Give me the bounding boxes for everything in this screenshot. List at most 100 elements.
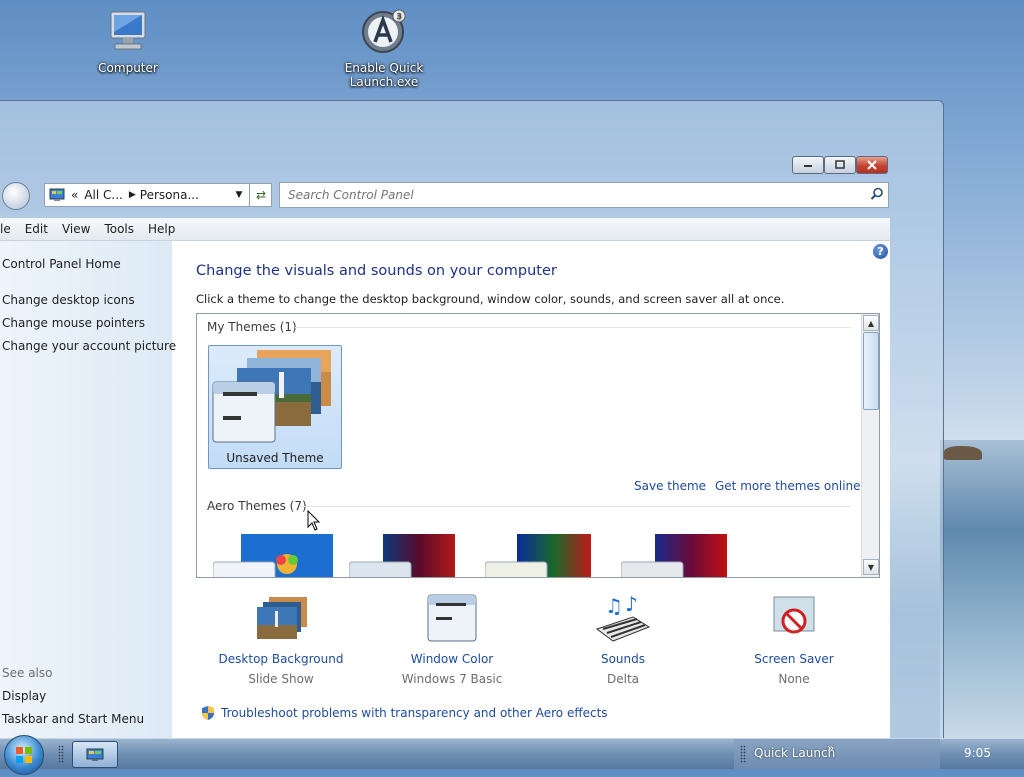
sounds-icon: ♫ ♪ bbox=[595, 592, 651, 642]
theme-aero-windows7[interactable] bbox=[212, 532, 333, 577]
address-segment-all-control-panel[interactable]: All C... bbox=[84, 188, 123, 202]
sidebar: Control Panel Home Change desktop icons … bbox=[0, 241, 176, 738]
theme-aero-landscapes[interactable] bbox=[620, 532, 727, 577]
chevron-down-icon[interactable]: ▼ bbox=[231, 184, 247, 206]
maximize-button[interactable] bbox=[824, 156, 856, 174]
chevron-icon[interactable]: » bbox=[827, 741, 834, 755]
search-input[interactable] bbox=[280, 183, 860, 207]
window-color-title[interactable]: Window Color bbox=[367, 652, 537, 666]
taskbar-grip[interactable] bbox=[740, 745, 746, 763]
sidebar-link-change-account-picture[interactable]: Change your account picture bbox=[2, 339, 176, 353]
themes-scrollbar[interactable]: ▲ ▼ bbox=[861, 314, 879, 577]
get-more-themes-link[interactable]: Get more themes online bbox=[715, 479, 861, 493]
sidebar-link-change-desktop-icons[interactable]: Change desktop icons bbox=[2, 293, 135, 307]
window-color-setting[interactable]: Window Color Windows 7 Basic bbox=[367, 593, 537, 686]
scroll-down-arrow-icon[interactable]: ▼ bbox=[863, 559, 879, 575]
desktop-icon-computer[interactable]: Computer bbox=[92, 8, 164, 75]
desktop-background-value: Slide Show bbox=[248, 672, 314, 686]
quick-launch-toolbar[interactable]: Quick Launch » bbox=[734, 739, 940, 769]
desktop-icon-enable-quick-launch-label: Enable Quick Launch.exe bbox=[344, 61, 424, 89]
troubleshoot-link-text[interactable]: Troubleshoot problems with transparency … bbox=[221, 706, 608, 720]
close-icon bbox=[867, 160, 877, 170]
start-button[interactable] bbox=[4, 735, 44, 775]
sounds-title[interactable]: Sounds bbox=[538, 652, 708, 666]
menu-tools[interactable]: Tools bbox=[104, 222, 134, 236]
desktop-background-icon bbox=[257, 597, 307, 639]
svg-text:3: 3 bbox=[396, 12, 401, 21]
menu-help[interactable]: Help bbox=[148, 222, 175, 236]
save-theme-link[interactable]: Save theme bbox=[634, 479, 706, 493]
my-themes-header: My Themes (1) bbox=[207, 320, 297, 334]
window-color-value: Windows 7 Basic bbox=[401, 672, 503, 686]
autoit-icon: 3 bbox=[312, 8, 456, 57]
content-area: Control Panel Home Change desktop icons … bbox=[0, 241, 890, 738]
troubleshoot-link[interactable]: Troubleshoot problems with transparency … bbox=[200, 705, 608, 721]
sidebar-link-taskbar-start-menu[interactable]: Taskbar and Start Menu bbox=[2, 712, 144, 726]
sidebar-link-display[interactable]: Display bbox=[2, 689, 46, 703]
sidebar-link-change-mouse-pointers[interactable]: Change mouse pointers bbox=[2, 316, 145, 330]
window-color-icon bbox=[427, 594, 477, 642]
menu-bar: le Edit View Tools Help bbox=[0, 218, 890, 241]
menu-edit[interactable]: Edit bbox=[25, 222, 48, 236]
screen-saver-title[interactable]: Screen Saver bbox=[709, 652, 879, 666]
back-button[interactable] bbox=[2, 182, 30, 210]
page-title: Change the visuals and sounds on your co… bbox=[196, 263, 557, 279]
taskbar-grip[interactable] bbox=[58, 745, 64, 763]
screen-saver-value: None bbox=[778, 672, 810, 686]
minimize-button[interactable] bbox=[792, 156, 824, 174]
desktop-background-title[interactable]: Desktop Background bbox=[196, 652, 366, 666]
svg-text:♪: ♪ bbox=[625, 593, 638, 616]
scroll-up-arrow-icon[interactable]: ▲ bbox=[863, 315, 879, 331]
desktop-icon-enable-quick-launch[interactable]: 3 Enable Quick Launch.exe bbox=[312, 8, 456, 89]
see-also-heading: See also bbox=[2, 666, 53, 680]
maximize-icon bbox=[835, 160, 845, 169]
taskbar: Quick Launch » 9:05 bbox=[0, 735, 1024, 775]
svg-text:♫: ♫ bbox=[605, 594, 623, 618]
refresh-icon[interactable]: ⇄ bbox=[249, 184, 272, 206]
desktop-wallpaper-sea bbox=[940, 440, 1024, 740]
control-panel-icon bbox=[86, 748, 104, 761]
navigation-bar: « All C... ▶ Persona... ▼ ⇄ bbox=[0, 178, 890, 214]
address-segment-personalization[interactable]: Persona... bbox=[140, 188, 199, 202]
scroll-thumb[interactable] bbox=[863, 332, 879, 410]
address-bar[interactable]: « All C... ▶ Persona... ▼ ⇄ bbox=[44, 183, 272, 207]
theme-preview-image bbox=[212, 534, 333, 577]
menu-file[interactable]: le bbox=[0, 222, 11, 236]
window-controls bbox=[792, 156, 888, 174]
theme-aero-characters[interactable] bbox=[484, 532, 591, 577]
help-icon[interactable]: ? bbox=[873, 244, 888, 259]
page-description: Click a theme to change the desktop back… bbox=[196, 292, 785, 306]
theme-preview-image bbox=[620, 534, 727, 577]
close-button[interactable] bbox=[856, 156, 888, 174]
sounds-setting[interactable]: ♫ ♪ Sounds Delta bbox=[538, 592, 708, 686]
menu-view[interactable]: View bbox=[62, 222, 90, 236]
theme-preview-image bbox=[212, 350, 331, 443]
sidebar-link-control-panel-home[interactable]: Control Panel Home bbox=[2, 257, 121, 271]
aero-themes-header: Aero Themes (7) bbox=[207, 499, 307, 513]
windows-logo-icon bbox=[16, 747, 32, 763]
desktop-background-setting[interactable]: Desktop Background Slide Show bbox=[196, 593, 366, 686]
control-panel-icon bbox=[49, 188, 65, 201]
sounds-value: Delta bbox=[606, 672, 639, 686]
desktop-icon-computer-label: Computer bbox=[98, 61, 158, 75]
theme-preview-image bbox=[484, 534, 591, 577]
search-box[interactable] bbox=[279, 182, 889, 208]
theme-preview-image bbox=[348, 534, 455, 577]
search-icon[interactable] bbox=[870, 187, 884, 201]
system-clock[interactable]: 9:05 bbox=[964, 746, 991, 760]
theme-unsaved[interactable]: Unsaved Theme bbox=[208, 345, 342, 469]
screen-saver-setting[interactable]: Screen Saver None bbox=[709, 593, 879, 686]
desktop-wallpaper-rock bbox=[944, 446, 982, 460]
shield-icon bbox=[202, 706, 214, 720]
computer-icon bbox=[92, 8, 164, 57]
theme-aero-architecture[interactable] bbox=[348, 532, 455, 577]
themes-list: My Themes (1) Unsaved Theme Save theme G… bbox=[196, 313, 880, 578]
chevron-right-icon: ▶ bbox=[128, 190, 136, 200]
screen-saver-icon bbox=[773, 596, 815, 634]
group-divider bbox=[299, 506, 851, 507]
minimize-icon bbox=[804, 165, 812, 167]
address-prefix[interactable]: « bbox=[71, 188, 78, 202]
taskbar-button-personalization[interactable] bbox=[72, 741, 118, 768]
quick-launch-label[interactable]: Quick Launch bbox=[754, 746, 835, 760]
group-divider bbox=[295, 327, 851, 328]
